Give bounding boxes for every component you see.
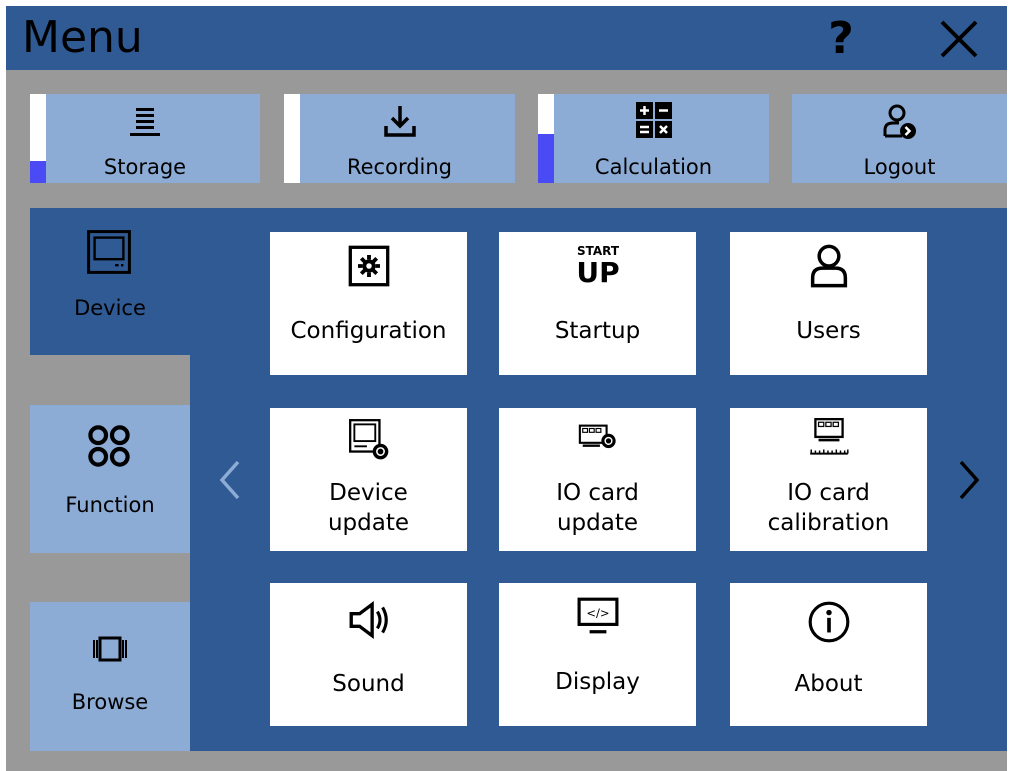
startup-icon-text-bottom: UP (576, 256, 619, 286)
sidebar-label-function: Function (65, 493, 155, 517)
user-icon (810, 244, 847, 288)
sidebar-label-browse: Browse (71, 690, 149, 714)
io-card-update-icon (578, 424, 616, 449)
sidebar-gap (30, 553, 190, 602)
tile-io-card-calibration[interactable]: IO card calibration (730, 408, 927, 551)
tile-label-line1: IO card (556, 480, 639, 506)
io-card-calibration-icon (809, 417, 849, 455)
storage-stack-icon (130, 108, 160, 136)
function-icon (88, 425, 130, 467)
sidebar-item-browse[interactable]: Browse (30, 602, 190, 751)
calculation-label: Calculation (594, 155, 713, 179)
tile-display[interactable]: </> Display (499, 583, 696, 726)
tile-sound[interactable]: Sound (270, 583, 467, 726)
logout-user-icon (883, 104, 916, 139)
tile-label-line1: IO card (787, 480, 870, 506)
tile-configuration[interactable]: Configuration (270, 232, 467, 375)
sidebar-label-device: Device (74, 296, 146, 320)
tile-label: Display (555, 669, 640, 695)
logout-label: Logout (863, 155, 936, 179)
help-icon[interactable]: ? (818, 13, 864, 64)
display-code-icon: </> (577, 597, 618, 634)
tile-label: Users (796, 318, 861, 344)
tile-label: Sound (332, 671, 405, 697)
storage-label: Storage (103, 155, 187, 179)
tile-label: About (794, 671, 863, 697)
calculation-button[interactable]: Calculation (538, 94, 769, 183)
display-code-icon-text: </> (586, 606, 609, 620)
tile-label: Startup (554, 318, 641, 344)
chevron-right-icon[interactable] (955, 456, 985, 504)
tile-label: Configuration (290, 318, 447, 344)
tile-label-line2: calibration (767, 510, 890, 536)
info-icon (808, 601, 849, 643)
main-panel: Device Function Browse Configuration STA… (30, 208, 1007, 751)
page-title: Menu (22, 12, 143, 63)
calculator-icon (635, 102, 672, 138)
tile-startup[interactable]: START UP Startup (499, 232, 696, 375)
browse-icon (93, 636, 127, 662)
sidebar-item-device[interactable]: Device (30, 208, 190, 355)
logout-button[interactable]: Logout (792, 94, 1007, 183)
tile-device-update[interactable]: Device update (270, 408, 467, 551)
recording-button[interactable]: Recording (284, 94, 515, 183)
tile-label-line2: update (556, 510, 639, 536)
close-icon[interactable] (936, 16, 982, 62)
settings-gear-icon (348, 245, 389, 287)
tile-io-card-update[interactable]: IO card update (499, 408, 696, 551)
speaker-icon (349, 600, 388, 640)
sidebar-item-function[interactable]: Function (30, 405, 190, 553)
storage-button[interactable]: Storage (30, 94, 260, 183)
device-icon (87, 230, 131, 274)
download-icon (383, 106, 416, 137)
startup-icon: START UP (576, 244, 619, 286)
sidebar-gap (30, 355, 190, 405)
tile-label-line1: Device (329, 480, 408, 506)
tile-label-line2: update (327, 510, 410, 536)
recording-label: Recording (346, 155, 453, 179)
header-bar: Menu ? (6, 6, 1007, 70)
chevron-left-icon[interactable] (214, 456, 244, 504)
tile-users[interactable]: Users (730, 232, 927, 375)
menu-frame: Menu ? Storage Recording Calculation Log… (6, 6, 1007, 771)
tile-about[interactable]: About (730, 583, 927, 726)
device-update-icon (348, 419, 388, 460)
